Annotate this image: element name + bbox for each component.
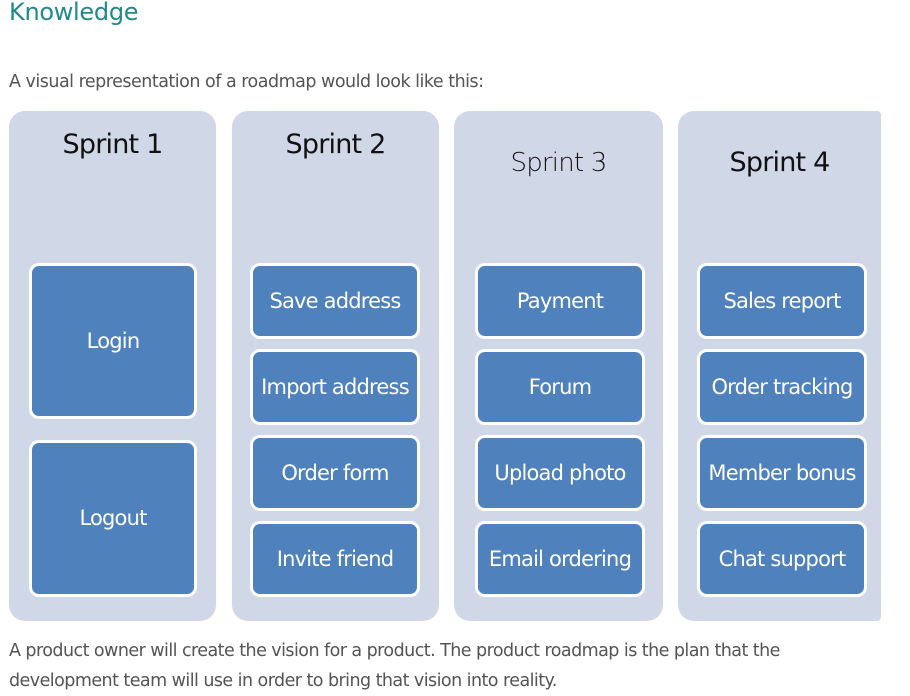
roadmap-item: Chat support <box>697 521 867 597</box>
sprint-column-3: Sprint 3 Payment Forum Upload photo Emai… <box>454 111 663 621</box>
sprint-column-4: Sprint 4 Sales report Order tracking Mem… <box>678 111 881 621</box>
sprint-column-2: Sprint 2 Save address Import address Ord… <box>232 111 439 621</box>
roadmap-item: Invite friend <box>250 521 420 597</box>
page-heading: Knowledge <box>9 0 139 26</box>
intro-paragraph: A visual representation of a roadmap wou… <box>9 72 484 92</box>
sprint-title: Sprint 2 <box>285 129 387 160</box>
outro-paragraph: A product owner will create the vision f… <box>9 641 780 691</box>
roadmap-item: Payment <box>475 263 645 339</box>
roadmap-item: Member bonus <box>697 435 867 511</box>
sprint-title: Sprint 1 <box>62 129 164 160</box>
sprint-title: Sprint 3 <box>510 148 607 178</box>
roadmap-item: Logout <box>29 440 197 597</box>
roadmap-item: Sales report <box>697 263 867 339</box>
roadmap-item: Import address <box>250 349 420 425</box>
sprint-column-1: Sprint 1 Login Logout <box>9 111 216 621</box>
roadmap-item: Order tracking <box>697 349 867 425</box>
roadmap-item: Upload photo <box>475 435 645 511</box>
roadmap-item: Forum <box>475 349 645 425</box>
roadmap-item: Order form <box>250 435 420 511</box>
roadmap-diagram: Sprint 1 Login Logout Sprint 2 Save addr… <box>0 0 910 694</box>
roadmap-item: Save address <box>250 263 420 339</box>
sprint-title: Sprint 4 <box>729 147 831 178</box>
roadmap-item: Login <box>29 263 197 419</box>
roadmap-item: Email ordering <box>475 521 645 597</box>
